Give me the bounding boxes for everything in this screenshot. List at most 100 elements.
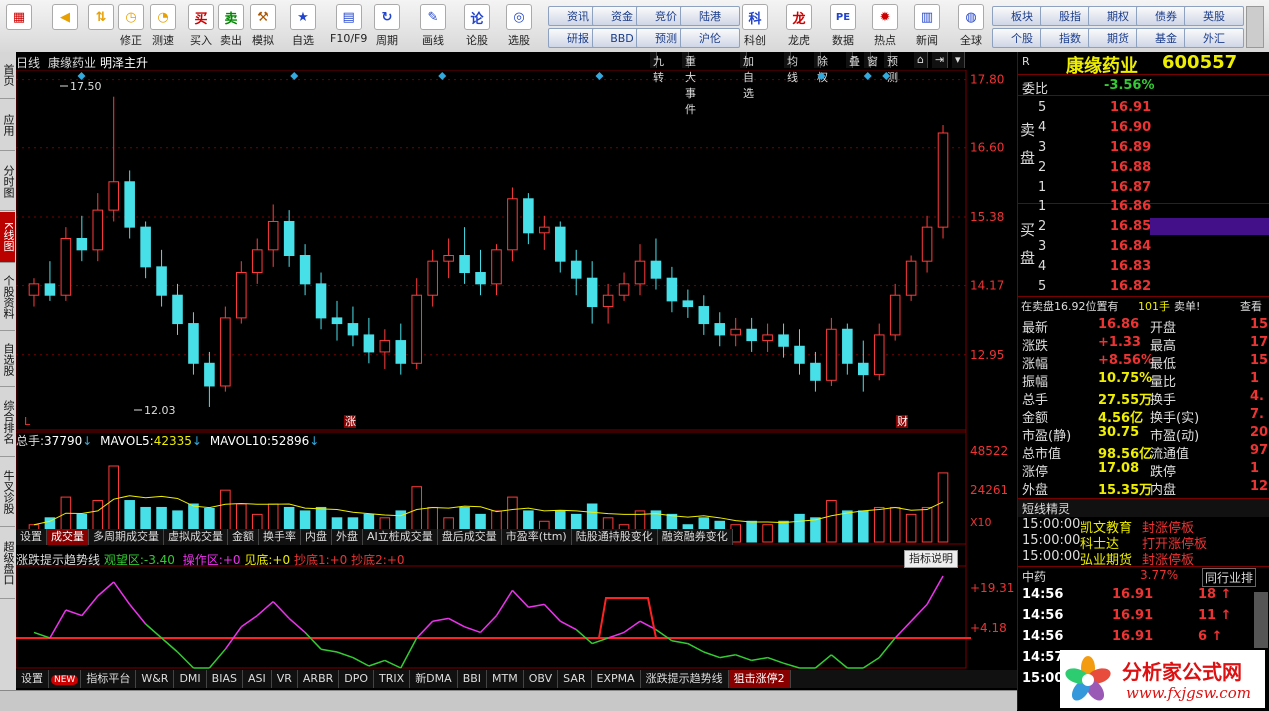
candle-body (602, 294, 614, 308)
vol-tab-inner[interactable]: 内盘 (301, 529, 332, 545)
bottom-tab-wr[interactable]: W&R (136, 670, 175, 688)
pin-icon[interactable]: ⇥ (932, 52, 949, 68)
bottom-tab-dpo[interactable]: DPO (339, 670, 375, 688)
toolbar-btn-14[interactable]: ✹ 热点 (872, 4, 898, 48)
bottom-tab-platform[interactable]: 指标平台 (81, 670, 137, 688)
up-down-button[interactable]: ⇅ (88, 4, 114, 48)
tab-kline[interactable]: K线图 (0, 212, 15, 263)
bottom-tab-trend[interactable]: 涨跌提示趋势线 (641, 670, 729, 688)
toolbar-btn-7[interactable]: ↻ 周期 (374, 4, 400, 48)
tab-home[interactable]: 首页 (0, 52, 15, 99)
indicator-explain-button[interactable]: 指标说明 (904, 550, 958, 568)
buy-level-cell: 2 (1038, 219, 1047, 234)
btn-exright[interactable]: 除权 (814, 52, 828, 84)
bottom-tab-sniper[interactable]: 狙击涨停2 (728, 670, 791, 688)
toolbar-scroll[interactable] (1246, 6, 1264, 48)
volume-bar (858, 510, 869, 543)
toolbar-btn-3[interactable]: 卖卖出 (218, 4, 244, 48)
btn-predict[interactable]: 预测 (884, 52, 898, 84)
vol-ma5: 42335 (153, 434, 192, 448)
candle-body (714, 323, 726, 336)
toolbar-btn-6[interactable]: ▤ F10/F9 (330, 4, 367, 48)
toolbar-btn-1[interactable]: ◔ 测速 (150, 4, 176, 48)
event-marker-icon[interactable] (882, 72, 891, 80)
vol-tab-ai[interactable]: AI立桩成交量 (363, 529, 438, 545)
toolbar-btn-5[interactable]: ★ 自选 (290, 4, 316, 48)
toolbar-btn-15[interactable]: ▥ 新闻 (914, 4, 940, 48)
toolbar-btn-4[interactable]: ⚒ 模拟 (250, 4, 276, 48)
candle-body (634, 260, 646, 285)
vol-tab-virtual[interactable]: 虚拟成交量 (164, 529, 228, 545)
event-marker-icon[interactable] (863, 72, 872, 80)
volume-bar (794, 513, 805, 543)
btn-major-events[interactable]: 重大事件 (682, 52, 696, 116)
event-marker-icon[interactable] (817, 72, 826, 80)
btn-overlay[interactable]: 叠 (846, 52, 860, 68)
bottom-tab-mtm[interactable]: MTM (487, 670, 524, 688)
event-marker-icon[interactable] (77, 72, 86, 80)
toolbar-btn-12[interactable]: 龙龙虎 (786, 4, 812, 48)
vol-tab-margin[interactable]: 融资融券变化 (658, 529, 733, 545)
candle-body (76, 237, 88, 251)
window-menu-button[interactable]: ▦ (6, 4, 32, 48)
event-marker-icon[interactable] (595, 72, 604, 80)
tab-apps[interactable]: 应用 (0, 100, 15, 151)
bottom-tab-expma[interactable]: EXPMA (592, 670, 641, 688)
sector-rank-button[interactable]: 同行业排 (1202, 568, 1257, 587)
candle-body (395, 340, 407, 364)
bottom-tab-sar[interactable]: SAR (558, 670, 592, 688)
tab-super-orderbook[interactable]: 超级盘口 (0, 528, 15, 599)
vol-tab-turnover[interactable]: 换手率 (259, 529, 301, 545)
seller-view[interactable]: 查看 (1240, 298, 1262, 314)
tab-intraday[interactable]: 分时图 (0, 152, 15, 211)
event-marker-icon[interactable] (438, 72, 447, 80)
tab-watchlist[interactable]: 自选股 (0, 332, 15, 387)
weibi-value: -3.56% (1104, 78, 1155, 93)
bottom-tab-vr[interactable]: VR (272, 670, 298, 688)
tab-profile[interactable]: 个股资料 (0, 264, 15, 331)
event-marker-icon[interactable] (290, 72, 299, 80)
tick-scrollbar[interactable] (1254, 592, 1268, 648)
back-button[interactable]: ◀ (52, 4, 78, 48)
chevron-down-icon[interactable]: ▾ (952, 52, 965, 68)
link-forex[interactable]: 外汇 (1184, 28, 1244, 48)
toolbar-btn-8[interactable]: ✎ 画线 (420, 4, 446, 48)
tab-diagnosis[interactable]: 牛叉诊股 (0, 458, 15, 527)
bottom-tab-settings[interactable]: 设置 (16, 670, 49, 688)
link-hk-connect[interactable]: 陆港 (680, 6, 740, 26)
vol-tab-multi-period[interactable]: 多周期成交量 (89, 529, 164, 545)
bottom-tab-bbi[interactable]: BBI (458, 670, 488, 688)
bottom-tab-arbr[interactable]: ARBR (298, 670, 340, 688)
bottom-tab-bias[interactable]: BIAS (207, 670, 243, 688)
vol-tab-volume[interactable]: 成交量 (47, 529, 89, 545)
bottom-tab-new[interactable]: NEW (49, 670, 82, 688)
vol-tab-after-hours[interactable]: 盘后成交量 (438, 529, 502, 545)
btn-jiuzhuan[interactable]: 九转 (650, 52, 664, 84)
btn-window[interactable]: 窗 (864, 52, 878, 68)
home-icon[interactable]: ⌂ (914, 52, 928, 68)
elf-row-cell: 15:00:00 (1022, 549, 1081, 564)
toolbar-btn-10[interactable]: ◎ 选股 (506, 4, 532, 48)
bottom-tab-dmi[interactable]: DMI (174, 670, 207, 688)
bottom-tab-trix[interactable]: TRIX (374, 670, 411, 688)
toolbar-btn-16[interactable]: ◍ 全球 (958, 4, 984, 48)
link-uk-stocks[interactable]: 英股 (1184, 6, 1244, 26)
btn-ma[interactable]: 均线 (784, 52, 798, 84)
bottom-tab-new-dma[interactable]: 新DMA (410, 670, 458, 688)
toolbar-btn-0[interactable]: ◷ 修正 (118, 4, 144, 48)
vol-tab-settings[interactable]: 设置 (16, 529, 47, 545)
toolbar-btn-9[interactable]: 论论股 (464, 4, 490, 48)
btn-add-watch[interactable]: 加自选 (740, 52, 754, 100)
toolbar-btn-13[interactable]: PE 数据 (830, 4, 856, 48)
vol-tab-northbound[interactable]: 陆股通持股变化 (572, 529, 658, 545)
vol-tab-amount[interactable]: 金额 (228, 529, 259, 545)
ind-obs: -3.40 (143, 553, 175, 567)
toolbar-btn-11[interactable]: 科科创 (742, 4, 768, 48)
bottom-tab-obv[interactable]: OBV (524, 670, 559, 688)
vol-tab-outer[interactable]: 外盘 (332, 529, 363, 545)
toolbar-btn-2[interactable]: 买买入 (188, 4, 214, 48)
vol-tab-pe-ttm[interactable]: 市盈率(ttm) (502, 529, 572, 545)
bottom-tab-asi[interactable]: ASI (243, 670, 272, 688)
link-shanghai-london[interactable]: 沪伦 (680, 28, 740, 48)
tab-ranking[interactable]: 综合排名 (0, 388, 15, 457)
